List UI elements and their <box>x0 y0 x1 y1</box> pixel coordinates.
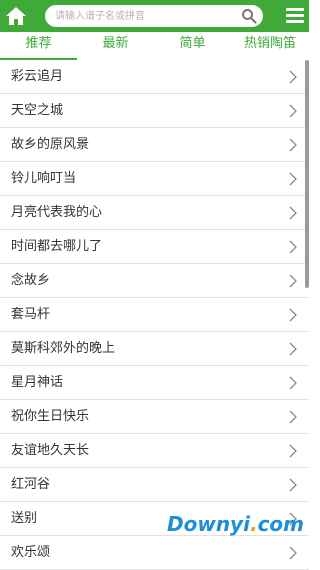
tab-latest[interactable]: 最新 <box>77 32 154 58</box>
chevron-right-icon <box>289 308 297 322</box>
category-tabs: 推荐 最新 简单 热销陶笛 <box>0 32 309 61</box>
song-title: 祝你生日快乐 <box>11 409 90 424</box>
watermark-dot: . <box>249 512 258 536</box>
chevron-right-icon <box>289 138 297 152</box>
list-item[interactable]: 红河谷 <box>0 468 309 502</box>
list-item[interactable]: 彩云追月 <box>0 60 309 94</box>
chevron-right-icon <box>289 478 297 492</box>
search-input[interactable] <box>55 5 235 27</box>
song-title: 天空之城 <box>11 103 64 118</box>
tab-easy[interactable]: 简单 <box>154 32 231 58</box>
watermark: Downyi.com <box>167 512 304 542</box>
song-title: 念故乡 <box>11 273 51 288</box>
song-title: 彩云追月 <box>11 69 64 84</box>
menu-icon[interactable] <box>286 8 304 24</box>
song-title: 月亮代表我的心 <box>11 205 103 220</box>
song-title: 莫斯科郊外的晚上 <box>11 341 116 356</box>
tab-best-selling-ocarina[interactable]: 热销陶笛 <box>231 32 309 58</box>
chevron-right-icon <box>289 376 297 390</box>
chevron-right-icon <box>289 206 297 220</box>
watermark-left: Downyi <box>167 512 250 536</box>
chevron-right-icon <box>289 444 297 458</box>
song-title: 星月神话 <box>11 375 64 390</box>
list-item[interactable]: 念故乡 <box>0 264 309 298</box>
list-item[interactable]: 时间都去哪儿了 <box>0 230 309 264</box>
chevron-right-icon <box>289 70 297 84</box>
list-item[interactable]: 套马杆 <box>0 298 309 332</box>
song-title: 时间都去哪儿了 <box>11 239 103 254</box>
song-title: 友谊地久天长 <box>11 443 90 458</box>
song-title: 铃儿响叮当 <box>11 171 77 186</box>
song-title: 红河谷 <box>11 477 51 492</box>
song-title: 套马杆 <box>11 307 51 322</box>
watermark-right: com <box>257 512 304 536</box>
list-item[interactable]: 天空之城 <box>0 94 309 128</box>
top-bar <box>0 0 309 32</box>
song-title: 欢乐颂 <box>11 545 51 560</box>
home-icon[interactable] <box>5 5 27 27</box>
chevron-right-icon <box>289 342 297 356</box>
song-title: 故乡的原风景 <box>11 137 90 152</box>
list-item[interactable]: 祝你生日快乐 <box>0 400 309 434</box>
list-item[interactable]: 友谊地久天长 <box>0 434 309 468</box>
chevron-right-icon <box>289 546 297 560</box>
list-item[interactable]: 铃儿响叮当 <box>0 162 309 196</box>
chevron-right-icon <box>289 410 297 424</box>
list-item[interactable]: 月亮代表我的心 <box>0 196 309 230</box>
song-list: 彩云追月天空之城故乡的原风景 铃儿响叮当月亮代表我的心 时间都去哪儿了 念故乡套马杆莫… <box>0 60 309 570</box>
song-title: 送别 <box>11 511 38 526</box>
chevron-right-icon <box>289 274 297 288</box>
chevron-right-icon <box>289 104 297 118</box>
scrollbar[interactable] <box>305 60 309 288</box>
chevron-right-icon <box>289 240 297 254</box>
search-icon[interactable] <box>241 8 257 24</box>
list-item[interactable]: 星月神话 <box>0 366 309 400</box>
list-item[interactable]: 莫斯科郊外的晚上 <box>0 332 309 366</box>
list-item[interactable]: 故乡的原风景 <box>0 128 309 162</box>
chevron-right-icon <box>289 172 297 186</box>
tab-recommended[interactable]: 推荐 <box>0 32 77 60</box>
search-box[interactable] <box>45 5 263 27</box>
